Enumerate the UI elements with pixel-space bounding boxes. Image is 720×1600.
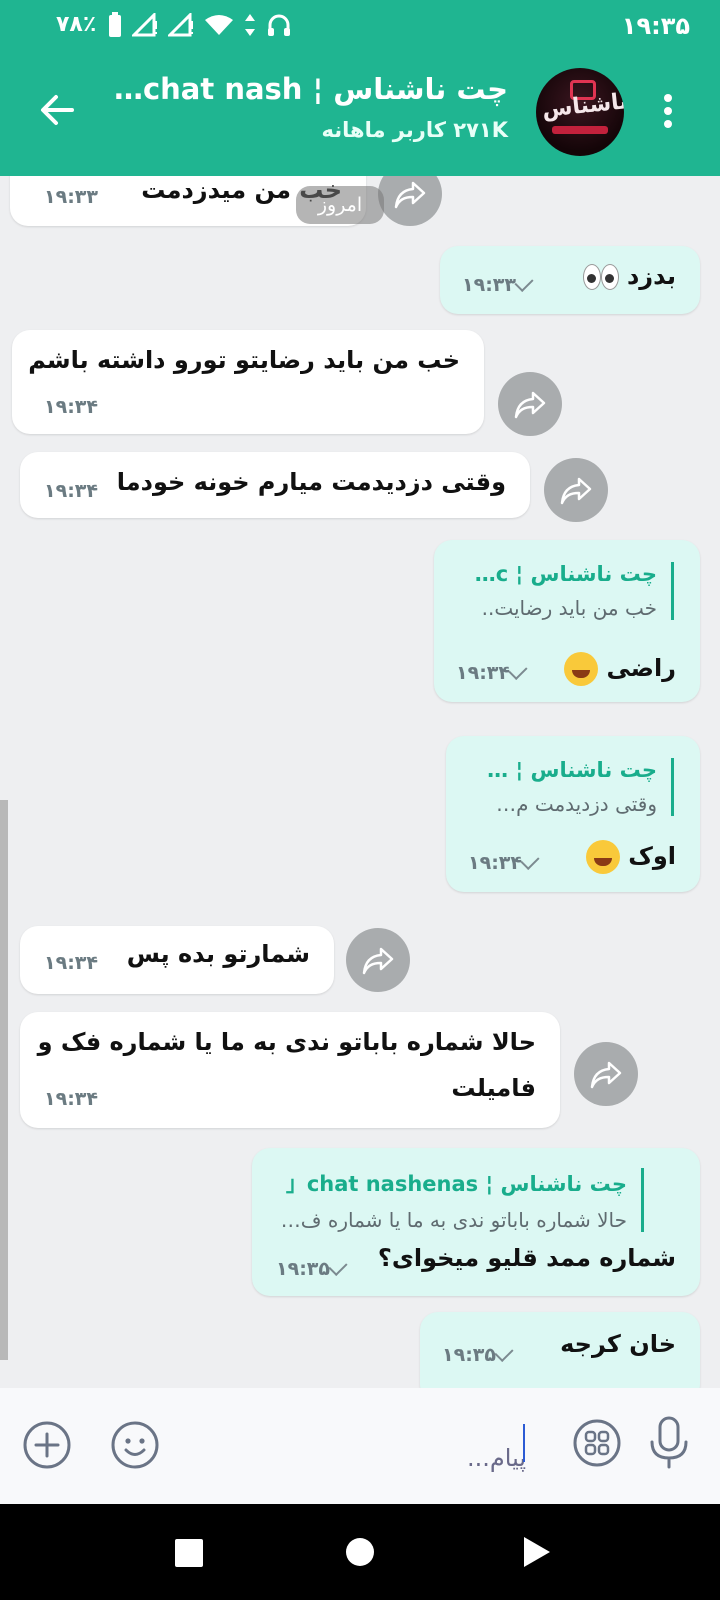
forward-button[interactable] [346,928,410,992]
status-bar: ۷۸٪ ۱۹:۳۵ [0,0,720,52]
chat-title[interactable]: چت ناشناس ¦ chat nash… [114,72,508,106]
share-arrow-icon [514,391,546,419]
scrollbar[interactable] [0,800,8,1360]
message-incoming[interactable]: وقتی دزدیدمت میارم خونه خودما ۱۹:۳۴ [20,452,530,518]
message-time: ۱۹:۳۴ [468,850,548,874]
emoji-button[interactable] [110,1420,160,1474]
message-text-line-1: حالا شماره باباتو ندی به ما یا شماره فک … [37,1028,536,1056]
chat-subtitle: ۲۷۱K کاربر ماهانه [321,118,508,142]
back-nav-button[interactable] [522,1536,552,1572]
signal-icon [132,13,157,37]
home-button[interactable] [344,1536,376,1572]
plus-circle-icon [23,1421,71,1469]
message-list[interactable]: خب من میدزدمت ۱۹:۳۳ امروز بدزد ۱۹:۳۳ خب … [0,176,720,1388]
message-incoming[interactable]: شمارتو بده پس ۱۹:۳۴ [20,926,334,994]
headphones-icon [268,14,290,36]
chat-header: چت ناشناس ¦ chat nash… ۲۷۱K کاربر ماهانه… [0,52,720,176]
system-navigation-bar [0,1504,720,1600]
text-cursor [523,1424,525,1462]
reply-text: خب من باید رضایت.. [481,596,657,620]
reply-quote[interactable]: چت ناشناس ¦ c… خب من باید رضایت.. [475,562,674,620]
message-input[interactable]: پیام... [196,1406,536,1486]
message-time: ۱۹:۳۴ [44,1088,98,1110]
message-text: بدزد [582,262,676,290]
message-text: راضی [564,652,676,686]
message-text: شمارتو بده پس [126,940,310,968]
message-outgoing-reply[interactable]: چت ناشناس ¦ c… خب من باید رضایت.. راضی ۱… [434,540,700,702]
avatar-logo-text: ناشناس [540,89,624,123]
reply-quote[interactable]: چت ناشناس ¦ chat nashenas「 حالا شماره با… [281,1168,644,1232]
forward-button[interactable] [498,372,562,436]
message-time: ۱۹:۳۴ [44,396,98,418]
more-vert-icon [658,94,678,128]
message-incoming[interactable]: خب من باید رضایتو تورو داشته باشم ۱۹:۳۴ [12,330,484,434]
logo-bar-shape [552,126,608,134]
battery-percentage: ۷۸٪ [56,12,97,37]
date-separator: امروز [296,186,384,224]
apps-grid-icon [573,1419,621,1467]
sent-check-icon [328,1256,348,1277]
microphone-icon [650,1416,688,1469]
message-time: ۱۹:۳۵ [442,1342,522,1366]
message-time: ۱۹:۳۵ [276,1256,356,1280]
message-incoming[interactable]: حالا شماره باباتو ندی به ما یا شماره فک … [20,1012,560,1128]
message-text: خب من باید رضایتو تورو داشته باشم [28,346,460,374]
message-text: خان کرجه [560,1330,676,1358]
share-arrow-icon [590,1061,622,1089]
signal-icon-2 [168,13,193,37]
message-outgoing[interactable]: بدزد ۱۹:۳۳ [440,246,700,314]
share-arrow-icon [560,477,592,505]
sent-check-icon [514,272,534,293]
recents-button[interactable] [174,1538,204,1572]
reply-author: چت ناشناس ¦ c… [474,562,657,586]
stickers-button[interactable] [572,1418,622,1472]
reply-text: وقتی دزدیدمت م… [496,792,657,816]
message-text: وقتی دزدیدمت میارم خونه خودما [116,468,506,496]
eyes-emoji-icon [582,264,619,290]
circle-icon [346,1538,374,1566]
message-input-placeholder: پیام... [467,1444,526,1472]
battery-icon [109,12,121,37]
message-text: شماره ممد قلیو میخوای؟ [377,1244,676,1272]
message-time: ۱۹:۳۴ [456,660,536,684]
smile-icon [111,1421,159,1469]
laughing-emoji-icon [585,840,620,874]
square-icon [175,1539,203,1567]
attach-button[interactable] [22,1420,72,1474]
sent-check-icon [508,660,528,681]
reply-quote[interactable]: چت ناشناس ¦ … وقتی دزدیدمت م… [487,758,674,816]
message-time: ۱۹:۳۴ [44,952,98,974]
back-button[interactable] [36,88,80,132]
reply-text: حالا شماره باباتو ندی به ما یا شماره ف… [280,1208,627,1232]
laughing-emoji-icon [564,652,599,686]
sent-check-icon [520,850,540,871]
status-icons [108,12,292,38]
data-arrows-icon [245,14,255,36]
avatar[interactable]: ناشناس [536,68,624,156]
sent-check-icon [494,1342,514,1363]
forward-button[interactable] [544,458,608,522]
message-text: اوک [585,840,676,874]
message-outgoing-reply[interactable]: چت ناشناس ¦ chat nashenas「 حالا شماره با… [252,1148,700,1296]
forward-button[interactable] [378,176,442,226]
composer-bar: پیام... [0,1388,720,1504]
share-arrow-icon [394,181,426,209]
arrow-back-icon [41,95,74,125]
forward-button[interactable] [574,1042,638,1106]
voice-record-button[interactable] [644,1414,694,1474]
message-time: ۱۹:۳۴ [44,480,98,502]
reply-author: چت ناشناس ¦ chat nashenas「 [285,1172,627,1196]
message-text-line-2: فامیلت [451,1074,536,1102]
wifi-icon [205,15,233,35]
reply-author: چت ناشناس ¦ … [487,758,657,782]
message-outgoing-reply[interactable]: چت ناشناس ¦ … وقتی دزدیدمت م… اوک ۱۹:۳۴ [446,736,700,892]
share-arrow-icon [362,947,394,975]
more-options-button[interactable] [658,92,678,132]
message-time: ۱۹:۳۳ [462,272,542,296]
triangle-back-icon [524,1537,550,1567]
message-time: ۱۹:۳۳ [44,186,98,208]
message-outgoing[interactable]: خان کرجه ۱۹:۳۵ [420,1312,700,1388]
clock: ۱۹:۳۵ [621,12,690,40]
